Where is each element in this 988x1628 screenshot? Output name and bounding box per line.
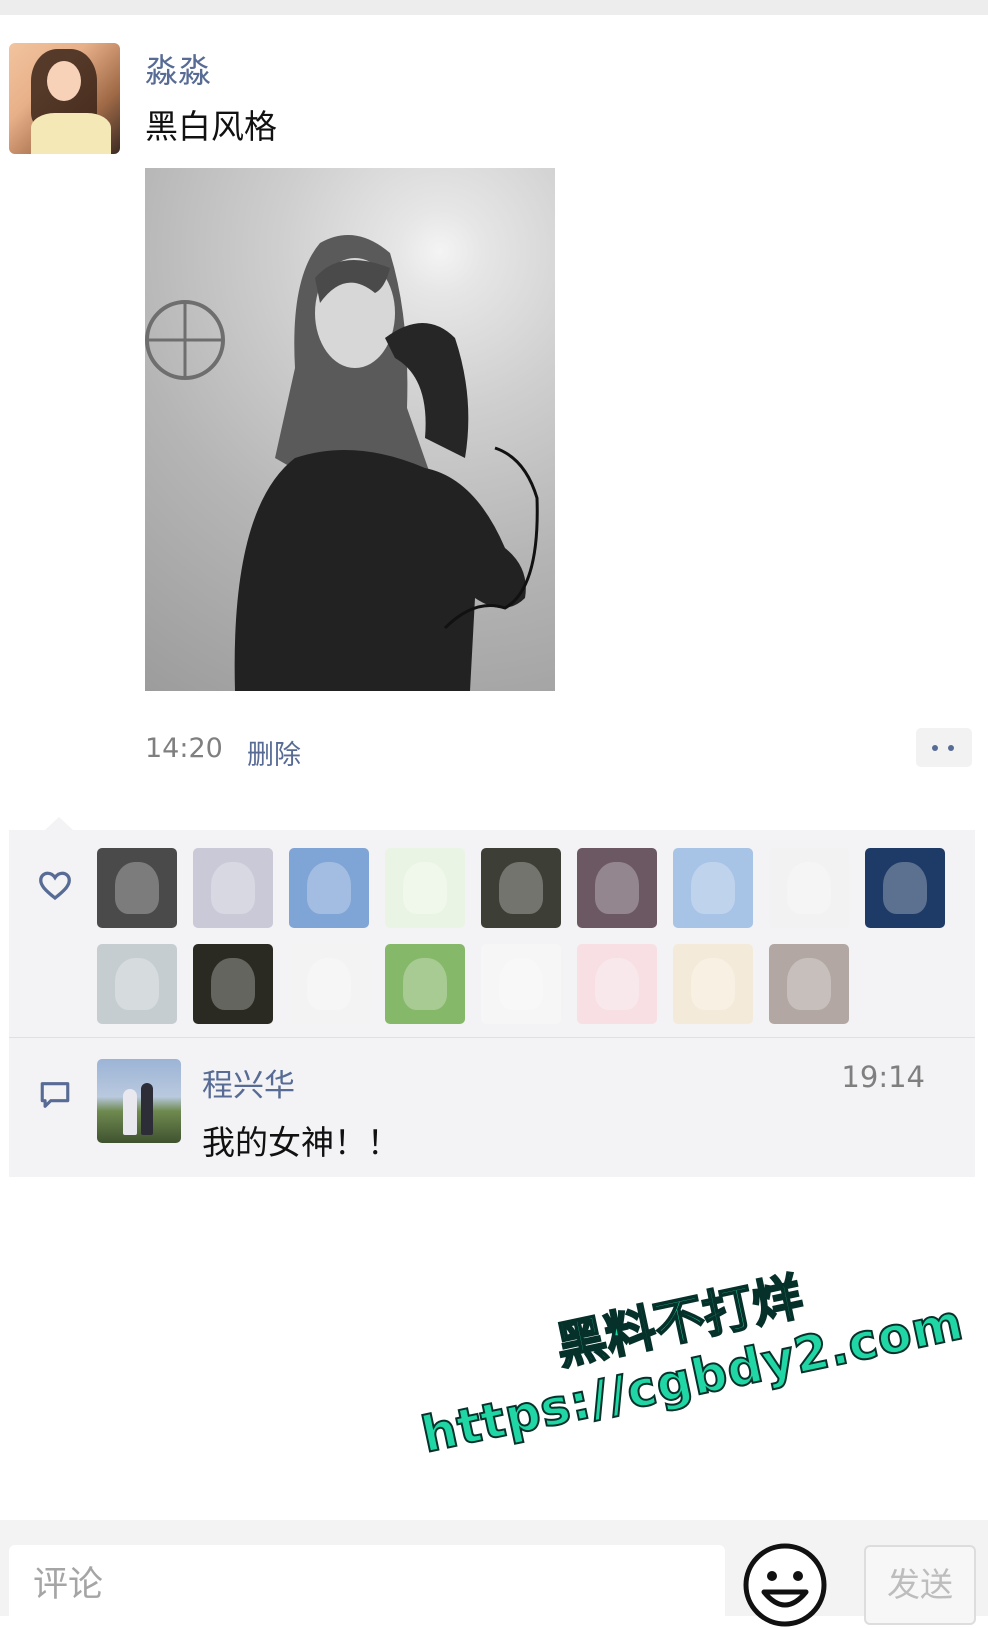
like-avatar-blue-sky[interactable] bbox=[289, 848, 369, 928]
like-avatar-red-hair-anime[interactable] bbox=[577, 944, 657, 1024]
like-avatar-headphones-boy[interactable] bbox=[481, 848, 561, 928]
like-avatar-drawn-girl[interactable] bbox=[769, 944, 849, 1024]
commenter-name[interactable]: 程兴华 bbox=[202, 1060, 295, 1105]
comment-icon bbox=[40, 1082, 70, 1108]
send-button[interactable]: 发送 bbox=[864, 1545, 976, 1625]
top-bar bbox=[0, 0, 988, 15]
comment-time: 19:14 bbox=[841, 1060, 925, 1094]
post-time: 14:20 bbox=[145, 733, 223, 764]
watermark: 黑料不打烊 https://cgbdy2.com bbox=[400, 1214, 987, 1516]
like-avatar-anime-silver-hair[interactable] bbox=[193, 848, 273, 928]
interaction-panel: 程兴华 我的女神！！ 19:14 bbox=[9, 817, 975, 1177]
like-avatar-night-anime[interactable] bbox=[865, 848, 945, 928]
likes-section bbox=[9, 830, 975, 1037]
delete-link[interactable]: 删除 bbox=[247, 733, 301, 772]
comments-section: 程兴华 我的女神！！ 19:14 bbox=[9, 1038, 975, 1177]
like-avatar-anime-scenery[interactable] bbox=[673, 848, 753, 928]
like-avatar-stormtrooper[interactable] bbox=[97, 848, 177, 928]
like-avatar-blonde-anime[interactable] bbox=[673, 944, 753, 1024]
like-avatar-green-dinosaur[interactable] bbox=[385, 944, 465, 1024]
comment-bar: 发送 bbox=[0, 1520, 988, 1627]
smiley-icon[interactable] bbox=[742, 1542, 828, 1628]
comment-text[interactable]: 我的女神！！ bbox=[202, 1116, 400, 1164]
comment-input[interactable] bbox=[9, 1545, 725, 1625]
like-avatar-green-hair-chibi[interactable] bbox=[385, 848, 465, 928]
like-avatar-sketch-boy[interactable] bbox=[481, 944, 561, 1024]
like-avatar-owl[interactable] bbox=[97, 944, 177, 1024]
like-avatar-black-hair-chibi[interactable] bbox=[289, 944, 369, 1024]
poster-name[interactable]: 淼淼 bbox=[145, 44, 211, 92]
poster-avatar[interactable] bbox=[9, 43, 120, 154]
post-text: 黑白风格 bbox=[145, 107, 277, 146]
like-avatar-dark-character[interactable] bbox=[193, 944, 273, 1024]
commenter-avatar[interactable] bbox=[97, 1059, 181, 1143]
post-photo[interactable] bbox=[145, 168, 555, 691]
like-avatar-flower-girl[interactable] bbox=[577, 848, 657, 928]
more-dots-icon[interactable] bbox=[916, 728, 972, 767]
heart-icon bbox=[39, 871, 71, 901]
like-avatar-panda-meme[interactable] bbox=[769, 848, 849, 928]
